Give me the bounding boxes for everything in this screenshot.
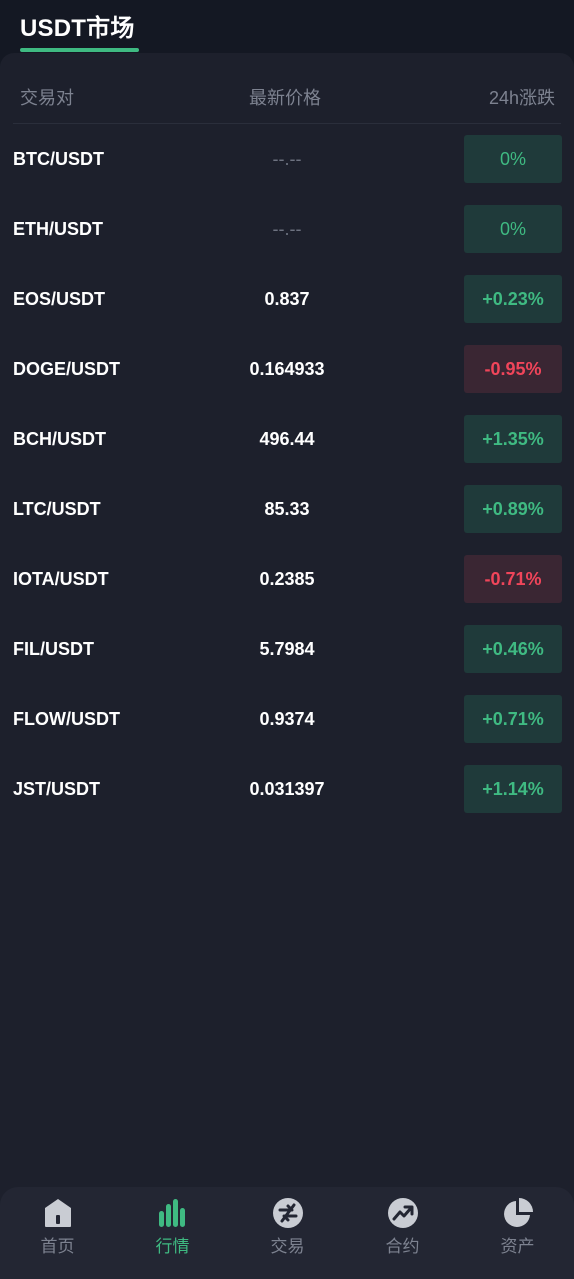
bar-chart-icon — [159, 1199, 185, 1227]
market-row[interactable]: ETH/USDT --.-- 0% — [0, 205, 574, 275]
change-badge[interactable]: 0% — [464, 135, 562, 183]
market-row[interactable]: LTC/USDT 85.33 +0.89% — [0, 485, 574, 555]
last-price: 0.031397 — [249, 779, 325, 799]
nav-item-assets[interactable]: 资产 — [460, 1187, 574, 1279]
market-row[interactable]: BTC/USDT --.-- 0% — [0, 135, 574, 205]
change-badge[interactable]: -0.95% — [464, 345, 562, 393]
pair-name: DOGE/USDT — [13, 359, 121, 379]
market-row[interactable]: IOTA/USDT 0.2385 -0.71% — [0, 555, 574, 625]
active-tab-indicator — [20, 48, 139, 52]
change-badge[interactable]: +0.46% — [464, 625, 562, 673]
app-root: USDT市场 交易对 最新价格 24h涨跌 BTC/USDT --.-- 0% ETH… — [0, 0, 574, 1279]
pair-name: JST/USDT — [13, 779, 101, 799]
last-price: 0.2385 — [259, 569, 315, 589]
change-badge[interactable]: +0.71% — [464, 695, 562, 743]
pair-name: FLOW/USDT — [13, 709, 120, 729]
nav-label: 交易 — [270, 1237, 305, 1256]
tab-usdt-market[interactable]: USDT市场 — [20, 8, 135, 43]
market-row[interactable]: BCH/USDT 496.44 +1.35% — [0, 415, 574, 485]
column-header-change: 24h涨跌 — [488, 88, 555, 108]
pair-name: BCH/USDT — [13, 429, 106, 449]
market-row[interactable]: FIL/USDT 5.7984 +0.46% — [0, 625, 574, 695]
pair-name: LTC/USDT — [13, 499, 101, 519]
change-badge[interactable]: 0% — [464, 205, 562, 253]
pair-name: EOS/USDT — [13, 289, 106, 309]
exchange-icon — [273, 1198, 303, 1228]
pair-name: ETH/USDT — [13, 219, 103, 239]
market-row[interactable]: JST/USDT 0.031397 +1.14% — [0, 765, 574, 835]
market-header: USDT市场 — [0, 0, 574, 56]
column-header-price: 最新价格 — [249, 88, 321, 108]
nav-item-market[interactable]: 行情 — [115, 1187, 230, 1279]
column-header-pair: 交易对 — [20, 88, 74, 108]
last-price: 5.7984 — [259, 639, 315, 659]
nav-label: 资产 — [500, 1237, 535, 1256]
header-divider — [13, 123, 561, 124]
last-price: 0.164933 — [249, 359, 325, 379]
nav-label: 行情 — [155, 1237, 190, 1256]
last-price: --.-- — [272, 219, 302, 239]
bottom-nav: 首页 行情 交易 合约 资产 — [0, 1187, 574, 1279]
pair-name: FIL/USDT — [13, 639, 94, 659]
nav-item-home[interactable]: 首页 — [0, 1187, 115, 1279]
nav-label: 合约 — [385, 1237, 420, 1256]
last-price: 0.837 — [264, 289, 310, 309]
nav-item-contract[interactable]: 合约 — [345, 1187, 460, 1279]
last-price: --.-- — [272, 149, 302, 169]
pair-name: IOTA/USDT — [13, 569, 109, 589]
home-icon — [45, 1199, 71, 1227]
pair-name: BTC/USDT — [13, 149, 104, 169]
market-row[interactable]: DOGE/USDT 0.164933 -0.95% — [0, 345, 574, 415]
change-badge[interactable]: +0.23% — [464, 275, 562, 323]
nav-label: 首页 — [40, 1237, 75, 1256]
last-price: 85.33 — [264, 499, 310, 519]
pie-chart-icon — [504, 1198, 533, 1227]
last-price: 496.44 — [259, 429, 315, 449]
market-row[interactable]: EOS/USDT 0.837 +0.23% — [0, 275, 574, 345]
change-badge[interactable]: +1.35% — [464, 415, 562, 463]
nav-item-trade[interactable]: 交易 — [230, 1187, 345, 1279]
last-price: 0.9374 — [259, 709, 315, 729]
market-row[interactable]: FLOW/USDT 0.9374 +0.71% — [0, 695, 574, 765]
change-badge[interactable]: +0.89% — [464, 485, 562, 533]
trend-up-icon — [388, 1198, 418, 1228]
change-badge[interactable]: +1.14% — [464, 765, 562, 813]
change-badge[interactable]: -0.71% — [464, 555, 562, 603]
